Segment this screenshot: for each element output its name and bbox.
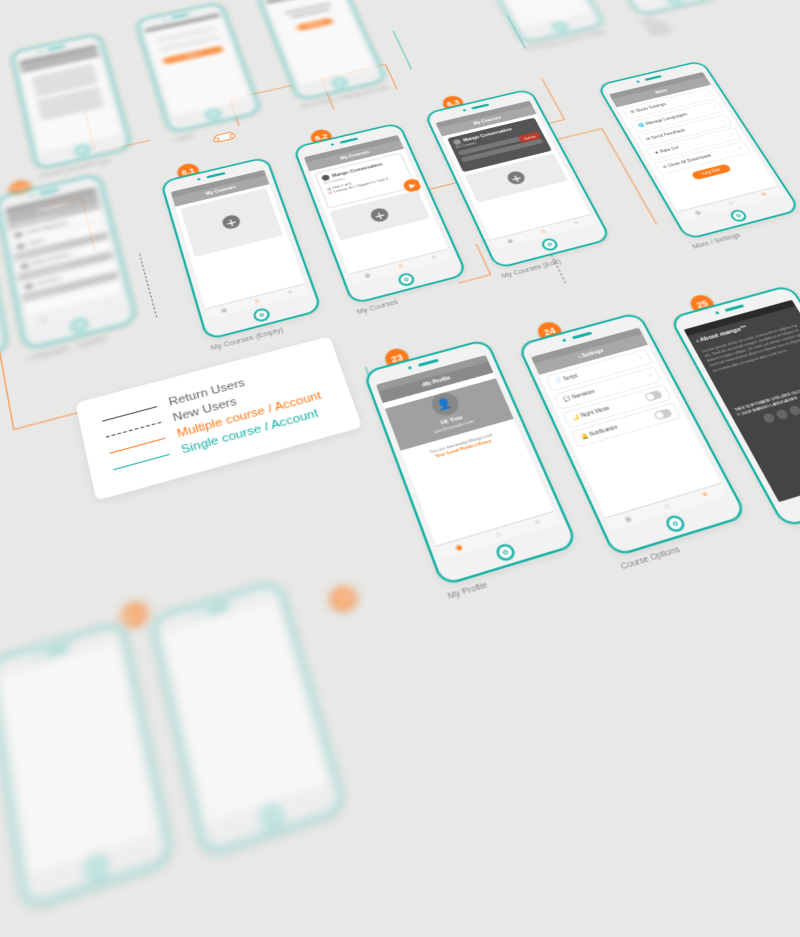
- toggle-icon: [653, 408, 673, 420]
- caption-login: Log In: [173, 133, 194, 143]
- social-icon[interactable]: [787, 405, 800, 417]
- caption-my-profile: My Profile: [447, 581, 489, 601]
- home-button-icon[interactable]: [494, 542, 517, 563]
- tab-more-icon[interactable]: ≡: [745, 187, 783, 204]
- phone-more-settings: More ⚙ Study Settings› 🌐 Manage Language…: [596, 60, 800, 241]
- logout-button[interactable]: Log Out: [691, 164, 732, 181]
- signup-button[interactable]: Sign Up: [296, 17, 334, 31]
- toggle-icon: [644, 390, 663, 402]
- phone-bottom-a: [0, 621, 174, 910]
- phone-no-account: Sign Up: [255, 0, 387, 101]
- add-course-button[interactable]: ＋: [505, 170, 527, 186]
- phone-my-courses-empty: My Courses ＋ ◉⌂≡: [160, 156, 323, 341]
- social-icon[interactable]: [761, 413, 776, 425]
- add-course-button[interactable]: ＋: [369, 207, 391, 224]
- phone-languages-b: Languages English for Speakers of Arabic…: [0, 173, 138, 350]
- add-course-button[interactable]: ＋: [221, 214, 242, 231]
- caption-find-result: Find Mango (Search Result): [641, 14, 679, 38]
- home-button-icon[interactable]: [396, 272, 416, 288]
- legend-card: Return Users New Users Multiple course /…: [75, 336, 362, 501]
- tab-home-icon[interactable]: ⌂: [239, 292, 275, 310]
- social-icon[interactable]: [774, 409, 789, 421]
- home-button-icon[interactable]: [252, 307, 272, 323]
- flow-canvas: Choose Account Type Sign In Log In Sign …: [0, 0, 800, 696]
- label-8-2: 8.2: [119, 599, 151, 631]
- home-button-icon[interactable]: [663, 514, 687, 534]
- phone-login: Sign In: [135, 2, 262, 134]
- phone-bottom-b: [150, 580, 347, 858]
- phone-choose-account: [10, 33, 132, 170]
- label-19: 19: [327, 583, 360, 614]
- tab-profile-icon[interactable]: ◉: [437, 535, 482, 559]
- home-button-icon[interactable]: [728, 208, 749, 223]
- flow-node: [214, 131, 235, 142]
- home-button-icon[interactable]: [540, 237, 560, 252]
- avatar-icon: 👤: [428, 390, 462, 418]
